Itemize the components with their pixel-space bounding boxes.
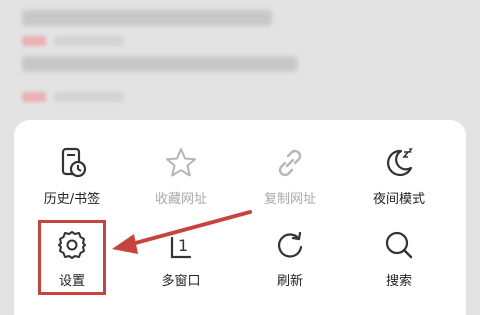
blurred-tag xyxy=(22,36,46,46)
favorite-url-button[interactable]: 收藏网址 xyxy=(126,146,236,218)
blurred-meta xyxy=(54,92,124,102)
blurred-meta xyxy=(54,36,124,46)
blurred-tag xyxy=(22,92,46,102)
link-icon xyxy=(278,149,302,177)
refresh-icon xyxy=(278,231,303,258)
history-bookmark-label: 历史/书签 xyxy=(43,192,101,207)
background-feed xyxy=(0,0,480,120)
copy-url-label: 复制网址 xyxy=(263,192,316,207)
search-icon xyxy=(385,231,413,259)
window-count: 1 xyxy=(178,236,188,255)
history-bookmark-button[interactable]: 历史/书签 xyxy=(17,146,127,218)
favorite-url-label: 收藏网址 xyxy=(154,192,207,207)
refresh-label: 刷新 xyxy=(276,274,303,289)
blurred-text-line xyxy=(22,10,272,26)
history-bookmark-icon xyxy=(61,147,87,178)
multi-window-button[interactable]: 1 多窗口 xyxy=(126,228,236,300)
search-label: 搜索 xyxy=(385,274,412,289)
night-mode-icon xyxy=(387,148,413,177)
star-icon xyxy=(166,148,196,177)
refresh-button[interactable]: 刷新 xyxy=(235,228,345,300)
night-mode-button[interactable]: 夜间模式 xyxy=(344,146,454,218)
settings-highlight-box xyxy=(38,220,106,295)
multi-window-icon: 1 xyxy=(170,236,192,259)
search-button[interactable]: 搜索 xyxy=(344,228,454,300)
blurred-text-line xyxy=(22,56,297,72)
multi-window-label: 多窗口 xyxy=(161,274,201,289)
copy-url-button[interactable]: 复制网址 xyxy=(235,146,345,218)
night-mode-label: 夜间模式 xyxy=(372,192,425,207)
